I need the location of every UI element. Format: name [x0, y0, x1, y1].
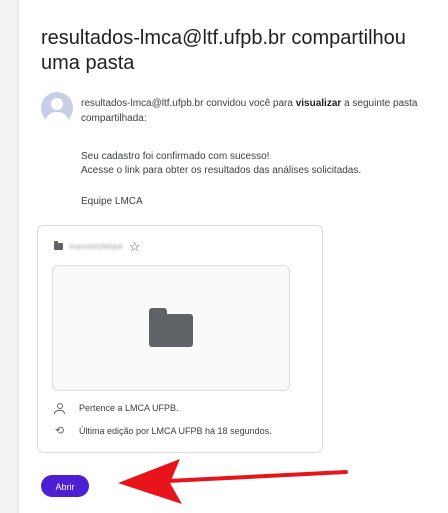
red-arrow-annotation — [118, 459, 348, 504]
